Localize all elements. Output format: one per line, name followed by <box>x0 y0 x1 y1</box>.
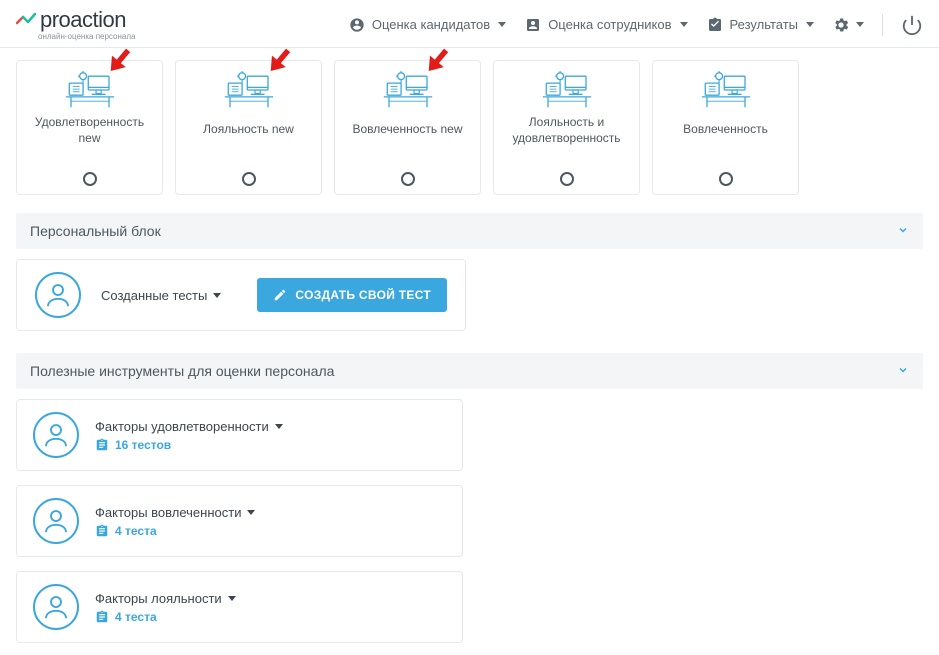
radio-icon[interactable] <box>242 172 256 186</box>
tool-card[interactable]: Факторы вовлеченности 4 теста <box>16 485 463 557</box>
radio-icon[interactable] <box>83 172 97 186</box>
card-title: Вовлеченность new <box>352 115 462 145</box>
test-card[interactable]: Лояльность new <box>175 60 322 195</box>
user-badge-icon <box>524 16 542 34</box>
section-title: Полезные инструменты для оценки персонал… <box>30 363 334 379</box>
nav-results[interactable]: Результаты <box>706 16 814 34</box>
personal-block: Созданные тесты СОЗДАТЬ СВОЙ ТЕСТ <box>16 259 466 331</box>
logo-tagline: онлайн-оценка персонала <box>38 33 135 41</box>
logo[interactable]: proaction онлайн-оценка персонала <box>16 9 135 41</box>
tool-title: Факторы вовлеченности <box>95 505 241 520</box>
caret-down-icon <box>498 22 506 27</box>
tool-card[interactable]: Факторы удовлетворенности 16 тестов <box>16 399 463 471</box>
card-title: Лояльность и удовлетворенность <box>500 115 633 146</box>
caret-down-icon <box>213 293 221 298</box>
top-nav: Оценка кандидатов Оценка сотрудников Рез… <box>348 14 923 36</box>
tool-title-row[interactable]: Факторы лояльности <box>95 591 236 606</box>
logo-mark-icon <box>16 11 36 29</box>
card-title: Удовлетворенность new <box>23 115 156 146</box>
tools-grid: Факторы удовлетворенности 16 тестов Факт… <box>16 399 923 643</box>
clipboard-icon <box>95 610 109 624</box>
caret-down-icon <box>228 596 236 601</box>
caret-down-icon <box>680 22 688 27</box>
tool-title-row[interactable]: Факторы удовлетворенности <box>95 419 283 434</box>
avatar-icon <box>35 272 81 318</box>
card-title: Лояльность new <box>203 115 294 145</box>
radio-icon[interactable] <box>401 172 415 186</box>
section-personal-header[interactable]: Персональный блок <box>16 213 923 249</box>
avatar-icon <box>33 412 79 458</box>
avatar-icon <box>33 584 79 630</box>
chevron-down-icon <box>897 224 909 239</box>
tool-count: 4 теста <box>115 610 157 624</box>
test-cards-row: Удовлетворенность new Лояльность new Вов… <box>16 60 923 195</box>
chevron-down-icon <box>897 364 909 379</box>
tool-count-row: 16 тестов <box>95 438 283 452</box>
desk-computer-icon <box>541 71 593 109</box>
caret-down-icon <box>247 510 255 515</box>
section-tools-header[interactable]: Полезные инструменты для оценки персонал… <box>16 353 923 389</box>
tool-count: 16 тестов <box>115 438 171 452</box>
created-tests-dropdown[interactable]: Созданные тесты <box>101 288 221 303</box>
desk-computer-icon <box>700 71 752 109</box>
user-circle-icon <box>348 16 366 34</box>
tool-count-row: 4 теста <box>95 610 236 624</box>
test-card[interactable]: Вовлеченность new <box>334 60 481 195</box>
radio-icon[interactable] <box>719 172 733 186</box>
nav-candidate-assessment[interactable]: Оценка кандидатов <box>348 16 506 34</box>
desk-computer-icon <box>223 71 275 109</box>
header: proaction онлайн-оценка персонала Оценка… <box>0 0 939 48</box>
desk-computer-icon <box>382 71 434 109</box>
clipboard-icon <box>95 524 109 538</box>
create-test-button[interactable]: СОЗДАТЬ СВОЙ ТЕСТ <box>257 278 447 312</box>
tool-title-row[interactable]: Факторы вовлеченности <box>95 505 255 520</box>
nav-label: Результаты <box>730 17 798 32</box>
test-card[interactable]: Лояльность и удовлетворенность <box>493 60 640 195</box>
power-icon[interactable] <box>901 14 923 36</box>
caret-down-icon <box>856 22 864 27</box>
radio-icon[interactable] <box>560 172 574 186</box>
tool-title: Факторы удовлетворенности <box>95 419 269 434</box>
tool-title: Факторы лояльности <box>95 591 222 606</box>
clipboard-icon <box>95 438 109 452</box>
nav-settings[interactable] <box>832 16 864 34</box>
gear-icon <box>832 16 850 34</box>
nav-employee-assessment[interactable]: Оценка сотрудников <box>524 16 687 34</box>
section-title: Персональный блок <box>30 223 161 239</box>
caret-down-icon <box>275 424 283 429</box>
tool-count: 4 теста <box>115 524 157 538</box>
caret-down-icon <box>806 22 814 27</box>
desk-computer-icon <box>64 71 116 109</box>
nav-label: Оценка сотрудников <box>548 17 671 32</box>
tool-card[interactable]: Факторы лояльности 4 теста <box>16 571 463 643</box>
test-card[interactable]: Вовлеченность <box>652 60 799 195</box>
nav-label: Оценка кандидатов <box>372 17 490 32</box>
logo-text: proaction <box>40 9 126 31</box>
create-test-label: СОЗДАТЬ СВОЙ ТЕСТ <box>295 288 431 302</box>
test-card[interactable]: Удовлетворенность new <box>16 60 163 195</box>
card-title: Вовлеченность <box>683 115 768 145</box>
pencil-icon <box>273 288 287 302</box>
main: Удовлетворенность new Лояльность new Вов… <box>0 48 939 655</box>
tool-count-row: 4 теста <box>95 524 255 538</box>
nav-divider <box>882 14 883 36</box>
avatar-icon <box>33 498 79 544</box>
created-tests-label: Созданные тесты <box>101 288 207 303</box>
checklist-icon <box>706 16 724 34</box>
